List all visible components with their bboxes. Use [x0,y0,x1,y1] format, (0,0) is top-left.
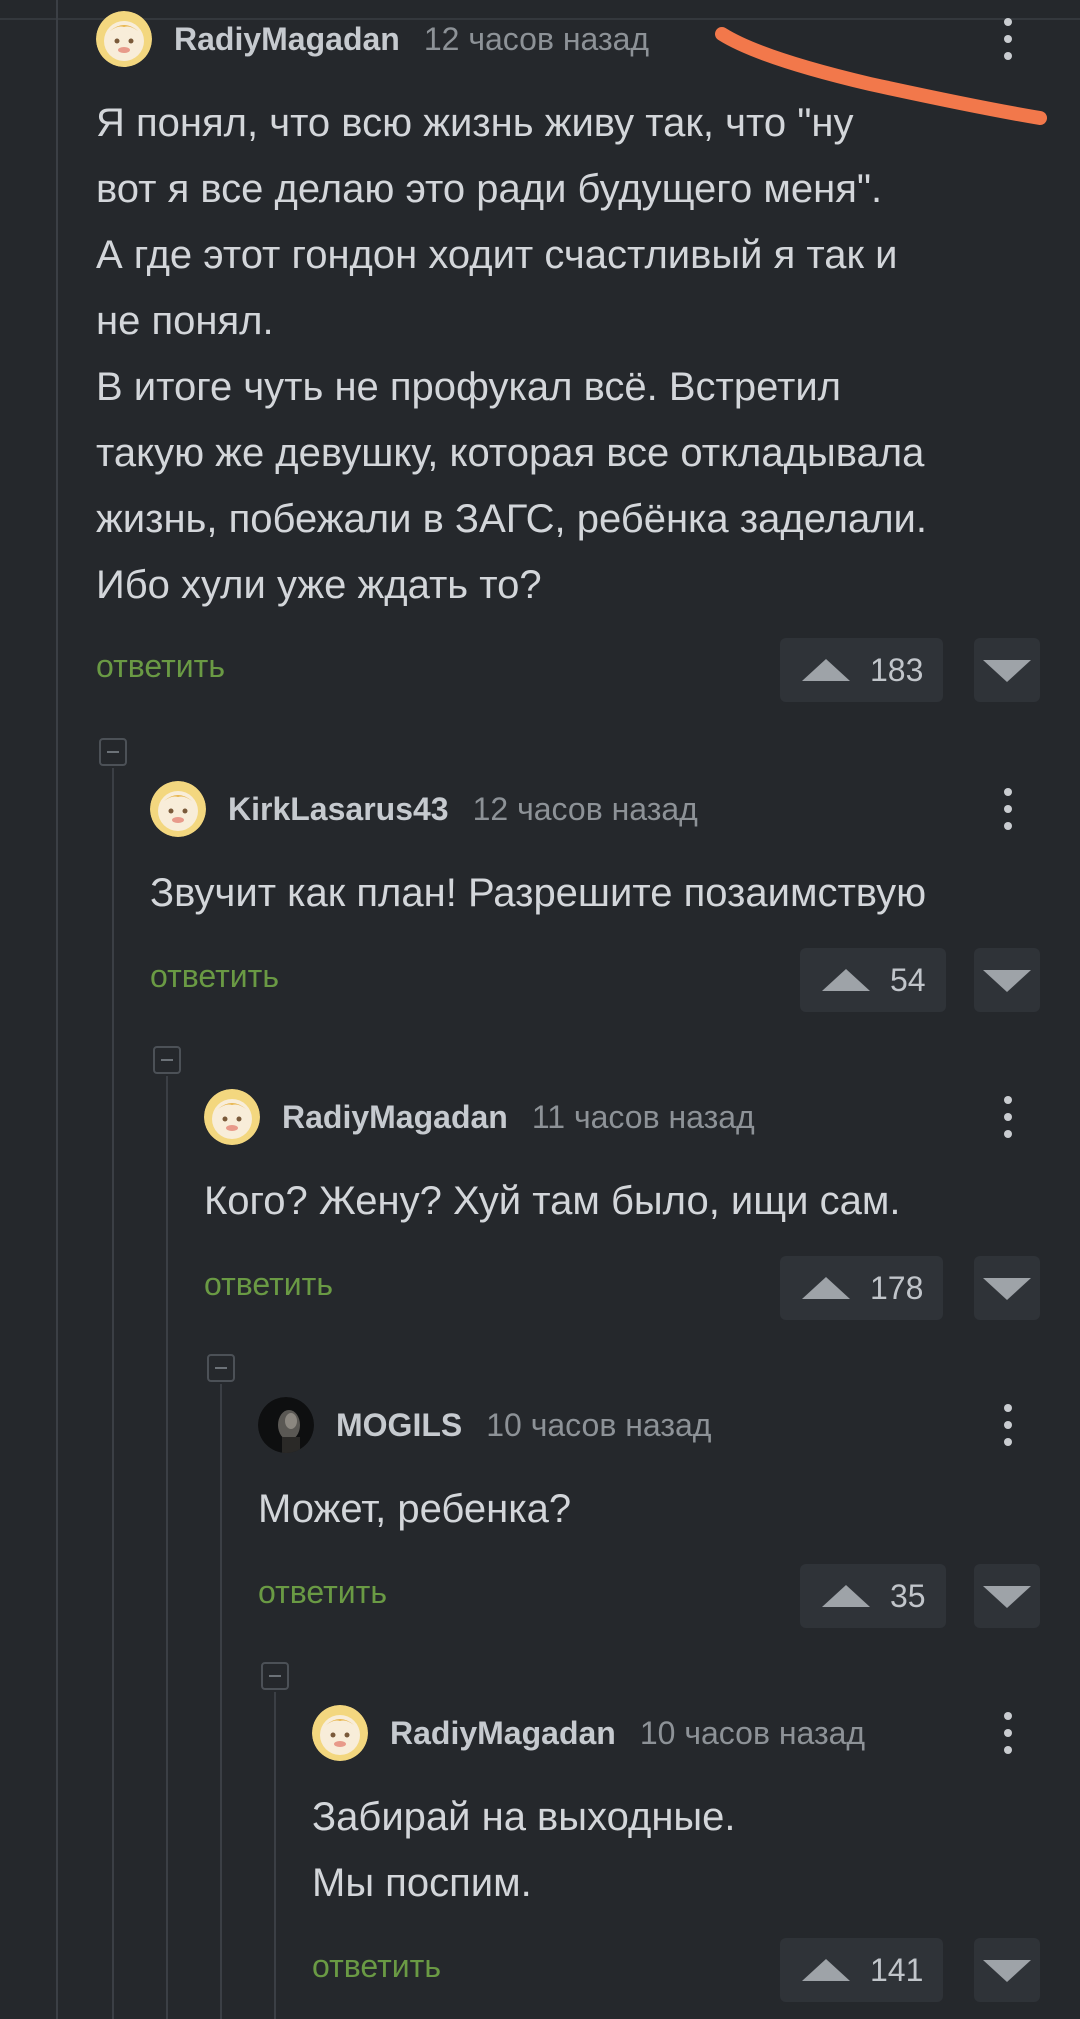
avatar[interactable] [312,1705,368,1761]
comment-time: 12 часов назад [472,790,698,827]
author-name[interactable]: RadiyMagadan [282,1099,508,1136]
comment-text: Звучит как план! Разрешите позаимствую [150,871,927,915]
downvote-icon [983,1960,1031,1982]
annotation-stroke [715,27,1047,125]
comment-text: Я понял, что всю жизнь живу так, что "ну… [96,101,927,607]
reply-link[interactable]: ответить [312,1948,441,1985]
author-name[interactable]: MOGILS [336,1407,462,1444]
upvote-icon [802,1277,850,1299]
comment-time: 10 часов назад [639,1714,866,1751]
thread-line [220,1384,222,2019]
collapse-icon[interactable] [261,1662,289,1690]
baby-face-icon [312,1705,368,1761]
upvote-button[interactable]: 54 [800,948,946,1012]
upvote-button[interactable]: 141 [780,1938,944,2002]
downvote-icon [983,660,1031,682]
vote-score: 35 [890,1577,926,1614]
vote-score: 183 [870,651,924,688]
comment-time: 11 часов назад [531,1098,755,1135]
downvote-button[interactable] [974,638,1040,702]
downvote-icon [983,970,1031,992]
thread-line [274,1692,276,2019]
thread-line [112,768,114,2019]
downvote-button[interactable] [974,1564,1040,1628]
more-vertical-icon[interactable] [998,1092,1018,1142]
downvote-button[interactable] [974,948,1040,1012]
avatar[interactable] [204,1089,260,1145]
author-name[interactable]: RadiyMagadan [390,1715,616,1752]
vote-score: 178 [870,1269,924,1306]
comment-time: 10 часов назад [486,1406,712,1443]
upvote-button[interactable]: 183 [780,638,944,702]
upvote-button[interactable]: 178 [780,1256,944,1320]
reply-link[interactable]: ответить [150,958,279,995]
vote-score: 54 [890,961,926,998]
collapse-icon[interactable] [207,1354,235,1382]
reply-link[interactable]: ответить [96,648,225,685]
reply-link[interactable]: ответить [204,1266,333,1303]
upvote-icon [802,1959,850,1981]
more-vertical-icon[interactable] [998,784,1018,834]
comment-text: Кого? Жену? Хуй там было, ищи сам. [204,1179,901,1223]
comment-header: MOGILS 10 часов назад [258,1396,711,1454]
comment-header: KirkLasarus43 12 часов назад [150,780,698,838]
avatar[interactable] [150,781,206,837]
comment-header: RadiyMagadan 11 часов назад [204,1088,755,1146]
comment-text: Может, ребенка? [258,1487,572,1531]
upvote-icon [822,969,870,991]
avatar[interactable] [258,1397,314,1453]
upvote-button[interactable]: 35 [800,1564,946,1628]
collapse-icon[interactable] [153,1046,181,1074]
vote-score: 141 [870,1951,924,1988]
upvote-icon [822,1585,870,1607]
upvote-icon [802,659,850,681]
more-vertical-icon[interactable] [998,1400,1018,1450]
baby-face-icon [150,781,206,837]
thread-line [56,0,58,2019]
collapse-icon[interactable] [99,738,127,766]
downvote-icon [983,1586,1031,1608]
reply-link[interactable]: ответить [258,1574,387,1611]
downvote-button[interactable] [974,1256,1040,1320]
comment-header: RadiyMagadan 10 часов назад [312,1704,865,1762]
more-vertical-icon[interactable] [998,1708,1018,1758]
downvote-button[interactable] [974,1938,1040,2002]
downvote-icon [983,1278,1031,1300]
author-name[interactable]: KirkLasarus43 [228,791,449,828]
dark-portrait-icon [258,1397,314,1453]
comment-text: Забирай на выходные. Мы поспим. [312,1795,736,1905]
thread-line [166,1076,168,2019]
baby-face-icon [204,1089,260,1145]
